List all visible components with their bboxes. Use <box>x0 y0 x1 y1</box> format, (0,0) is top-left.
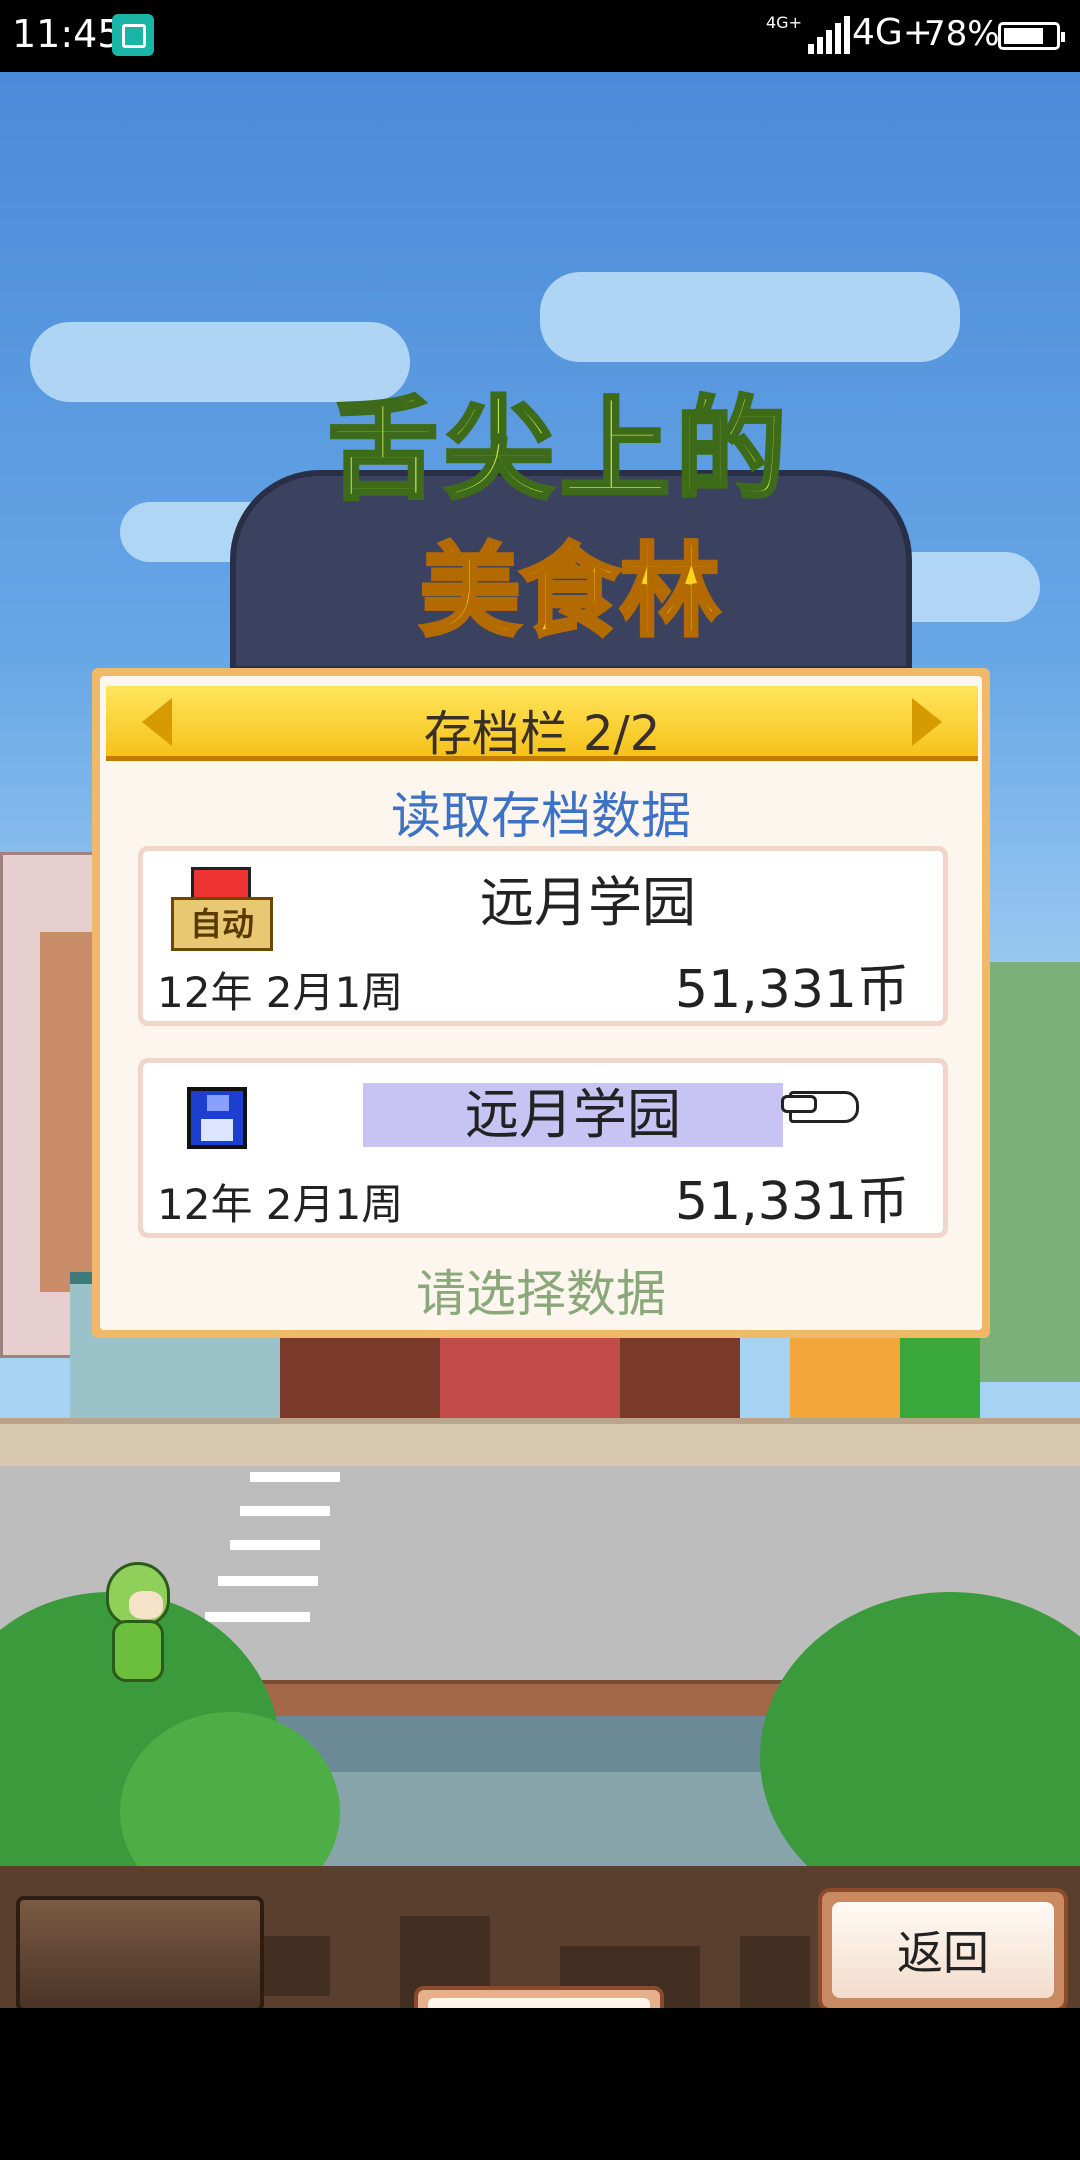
crosswalk-stripe <box>230 1540 320 1550</box>
return-button-label: 返回 <box>832 1902 1054 1998</box>
battery-icon <box>998 22 1065 50</box>
save-slot-auto[interactable]: 自动 远月学园 12年 2月1周 51,331币 <box>138 846 948 1026</box>
character-face <box>129 1591 163 1619</box>
crosswalk-stripe <box>218 1576 318 1586</box>
player-character[interactable] <box>98 1562 172 1686</box>
expand-button-face <box>428 1998 650 2008</box>
slot-name-selected: 远月学园 <box>363 1083 783 1147</box>
character-head <box>106 1562 170 1626</box>
crosswalk-stripe <box>250 1472 340 1482</box>
floppy-label <box>201 1119 233 1141</box>
crosswalk-stripe <box>205 1612 310 1622</box>
save-slot-manual[interactable]: 远月学园 12年 2月1周 51,331币 <box>138 1058 948 1238</box>
slot-date: 12年 2月1周 <box>157 1180 404 1229</box>
status-time: 11:45 <box>12 12 122 56</box>
slot-money: 51,331币 <box>675 1172 909 1232</box>
next-page-arrow-icon[interactable] <box>912 698 942 746</box>
bottom-info-slot <box>16 1896 264 2008</box>
dialog-title: 存档栏 2/2 <box>423 706 661 762</box>
floppy-disk-icon <box>187 1087 247 1149</box>
slot-money: 51,331币 <box>675 960 909 1020</box>
dialog-header: 存档栏 2/2 <box>106 686 978 762</box>
character-body <box>112 1620 164 1682</box>
floppy-shutter <box>207 1095 229 1111</box>
save-slot-dialog: 存档栏 2/2 读取存档数据 自动 远月学园 12年 2月1周 51,331币 … <box>92 668 990 1338</box>
bottom-bar: 返回 <box>0 1866 1080 2008</box>
return-button[interactable]: 返回 <box>818 1888 1068 2008</box>
status-bar: 11:45 4G+ 4G+ 78% <box>0 0 1080 72</box>
network-label: 4G+ <box>852 12 933 53</box>
game-scene: 舌尖上的 美食林 返回 存档栏 2/2 读取存档数据 自动 远月学园 12年 2… <box>0 72 1080 2008</box>
crosswalk-stripe <box>240 1506 330 1516</box>
logo-title-line1: 舌尖上的 <box>326 384 792 516</box>
hand-finger <box>781 1095 817 1113</box>
battery-percent: 78% <box>924 14 1000 54</box>
signal-icon <box>808 16 850 54</box>
dialog-body: 存档栏 2/2 读取存档数据 自动 远月学园 12年 2月1周 51,331币 … <box>100 676 982 1330</box>
network-small-label: 4G+ <box>766 13 802 32</box>
logo-title-line2: 美食林 <box>418 531 722 652</box>
slot-date: 12年 2月1周 <box>157 968 404 1017</box>
pointing-hand-icon <box>781 1085 863 1125</box>
screenshot-icon <box>112 14 154 56</box>
slot-name: 远月学园 <box>480 871 696 934</box>
game-logo: 舌尖上的 美食林 <box>230 360 912 672</box>
dialog-subtitle: 读取存档数据 <box>391 787 691 845</box>
auto-save-badge: 自动 <box>171 897 273 951</box>
dialog-hint: 请选择数据 <box>416 1265 666 1323</box>
auto-save-icon: 自动 <box>171 867 273 953</box>
battery-fill <box>1004 28 1043 44</box>
cloud <box>540 272 960 362</box>
expand-menu-button[interactable] <box>414 1986 664 2008</box>
